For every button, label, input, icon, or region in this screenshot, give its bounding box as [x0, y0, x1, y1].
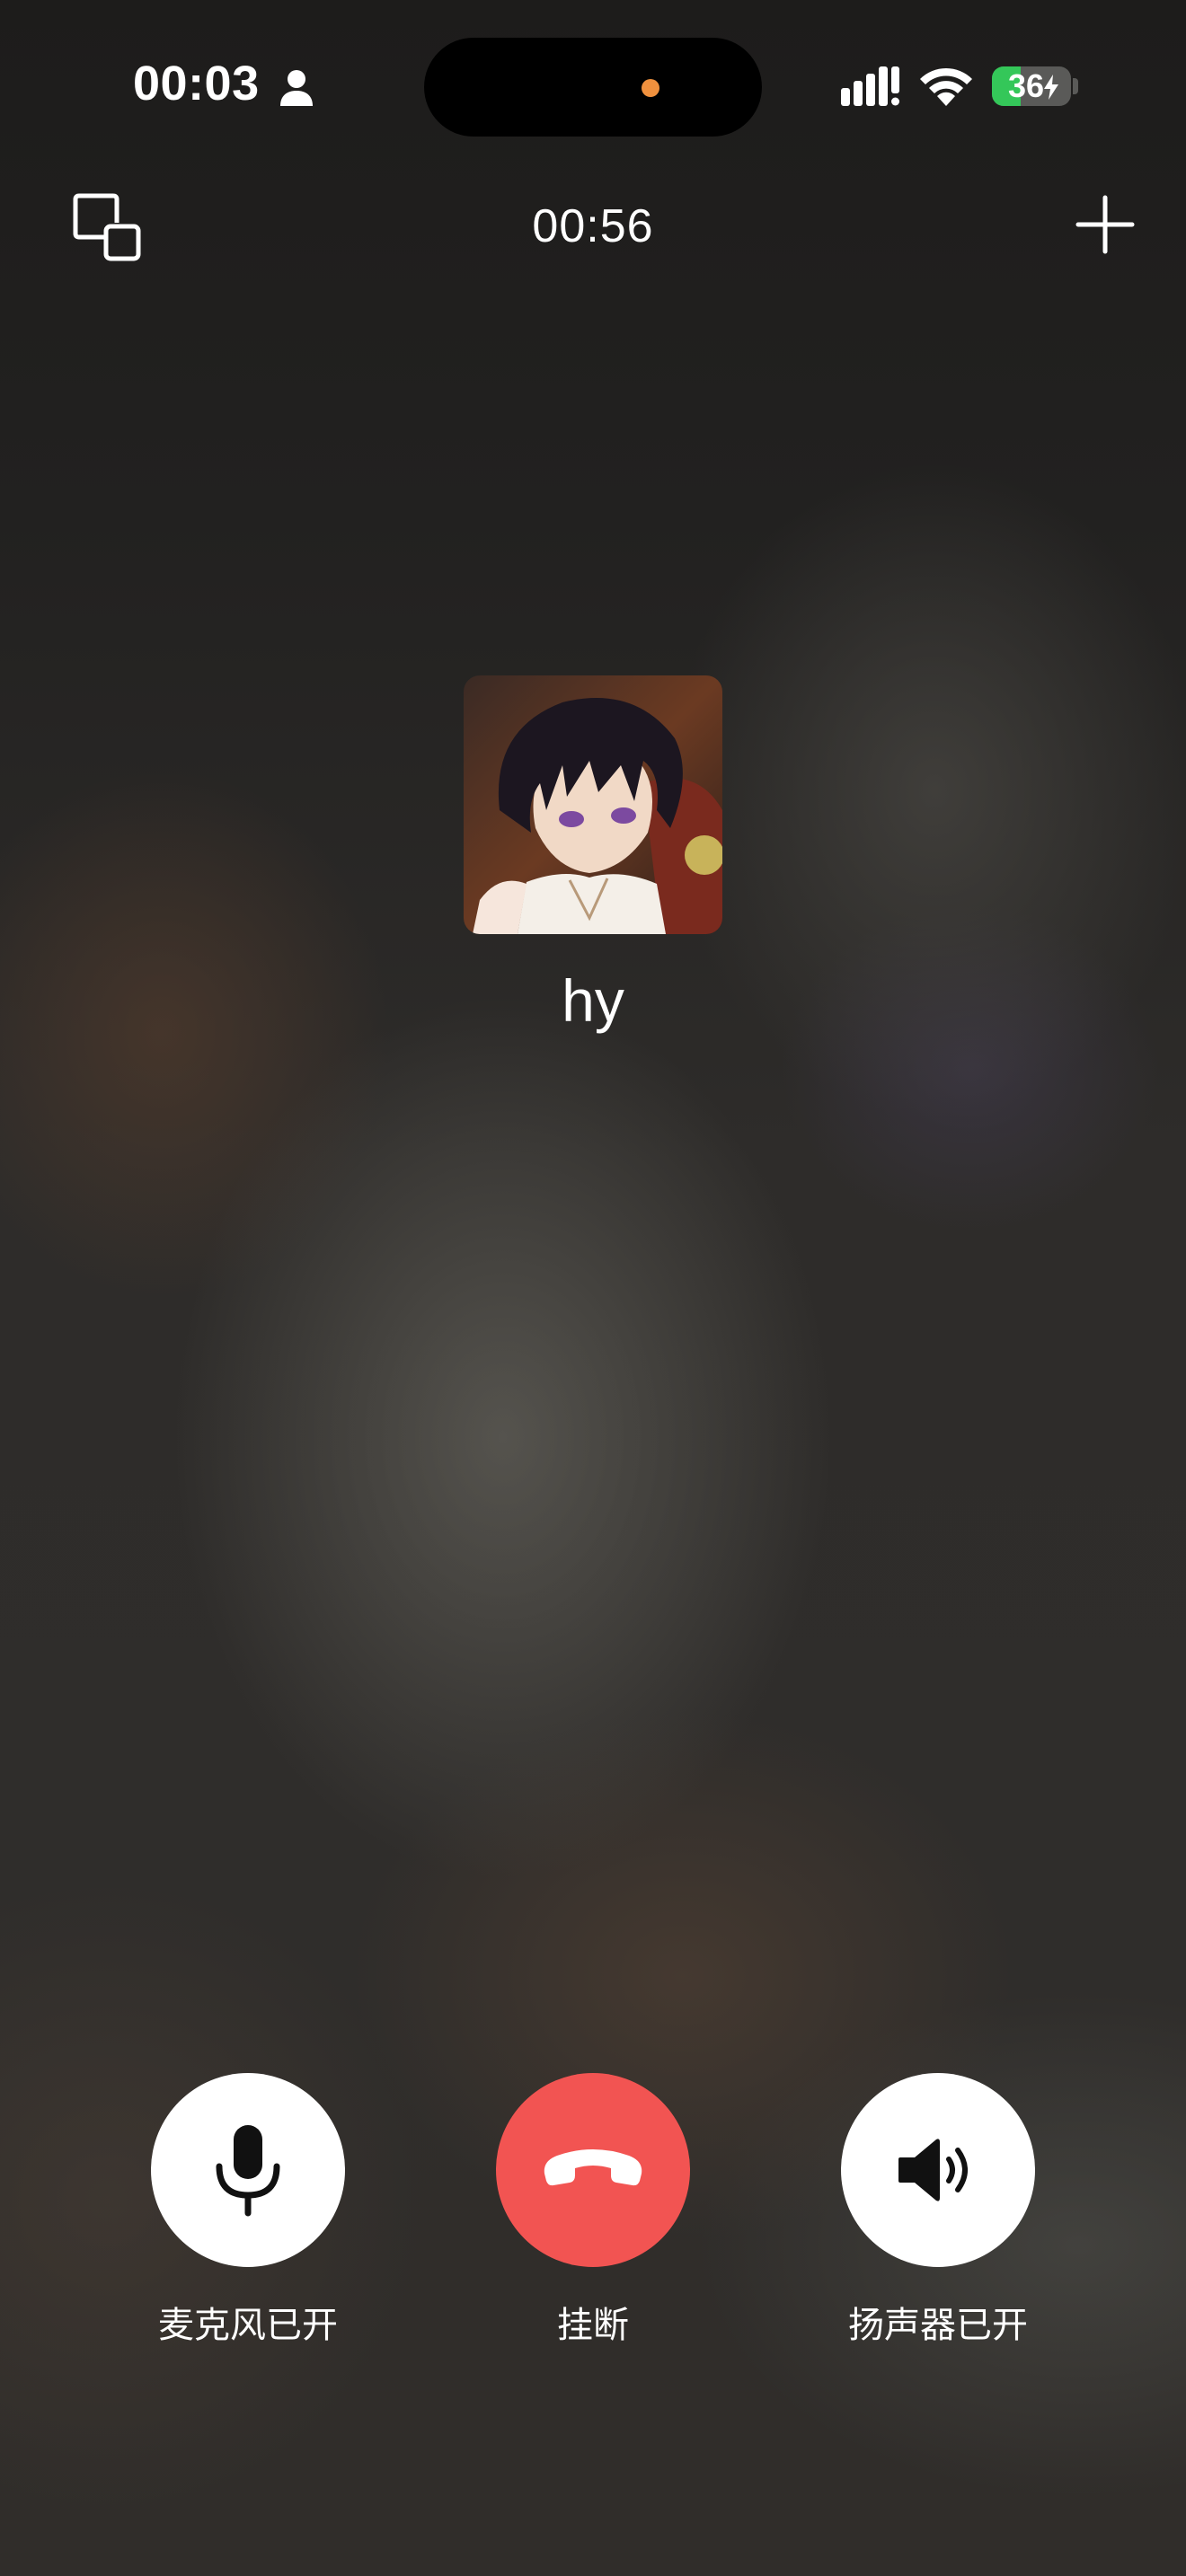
hangup-control: 挂断: [467, 2073, 719, 2346]
status-bar: 00:03 36: [0, 0, 1186, 171]
battery-icon: 36: [992, 66, 1071, 106]
hangup-phone-icon: [544, 2149, 642, 2186]
microphone-icon: [216, 2125, 280, 2217]
add-participant-icon[interactable]: [1075, 194, 1136, 255]
contact-name: hy: [562, 967, 624, 1034]
cellular-signal-icon: [841, 66, 899, 106]
battery-body: 36: [992, 66, 1071, 106]
hangup-label: 挂断: [557, 2305, 629, 2346]
microphone-button[interactable]: [151, 2073, 345, 2267]
status-time: 00:03: [133, 57, 260, 110]
privacy-indicator-dot: [642, 79, 659, 97]
speaker-label: 扬声器已开: [848, 2305, 1028, 2346]
person-icon: [280, 70, 313, 106]
speaker-button[interactable]: [841, 2073, 1035, 2267]
wifi-icon: [920, 67, 972, 106]
call-duration: 00:56: [532, 200, 654, 252]
speaker-icon: [898, 2139, 968, 2201]
avatar: [464, 675, 722, 934]
charging-bolt-icon: [1044, 75, 1058, 100]
speaker-control: 扬声器已开: [812, 2073, 1064, 2346]
dynamic-island: [424, 38, 762, 137]
hangup-button[interactable]: [496, 2073, 690, 2267]
microphone-control: 麦克风已开: [122, 2073, 374, 2346]
call-screen: 00:03 36 00:56 hy 麦克风已开 挂断 扬声器已开: [0, 0, 1186, 2576]
battery-cap: [1073, 78, 1078, 94]
minimize-window-icon[interactable]: [72, 192, 144, 264]
microphone-label: 麦克风已开: [158, 2305, 338, 2346]
